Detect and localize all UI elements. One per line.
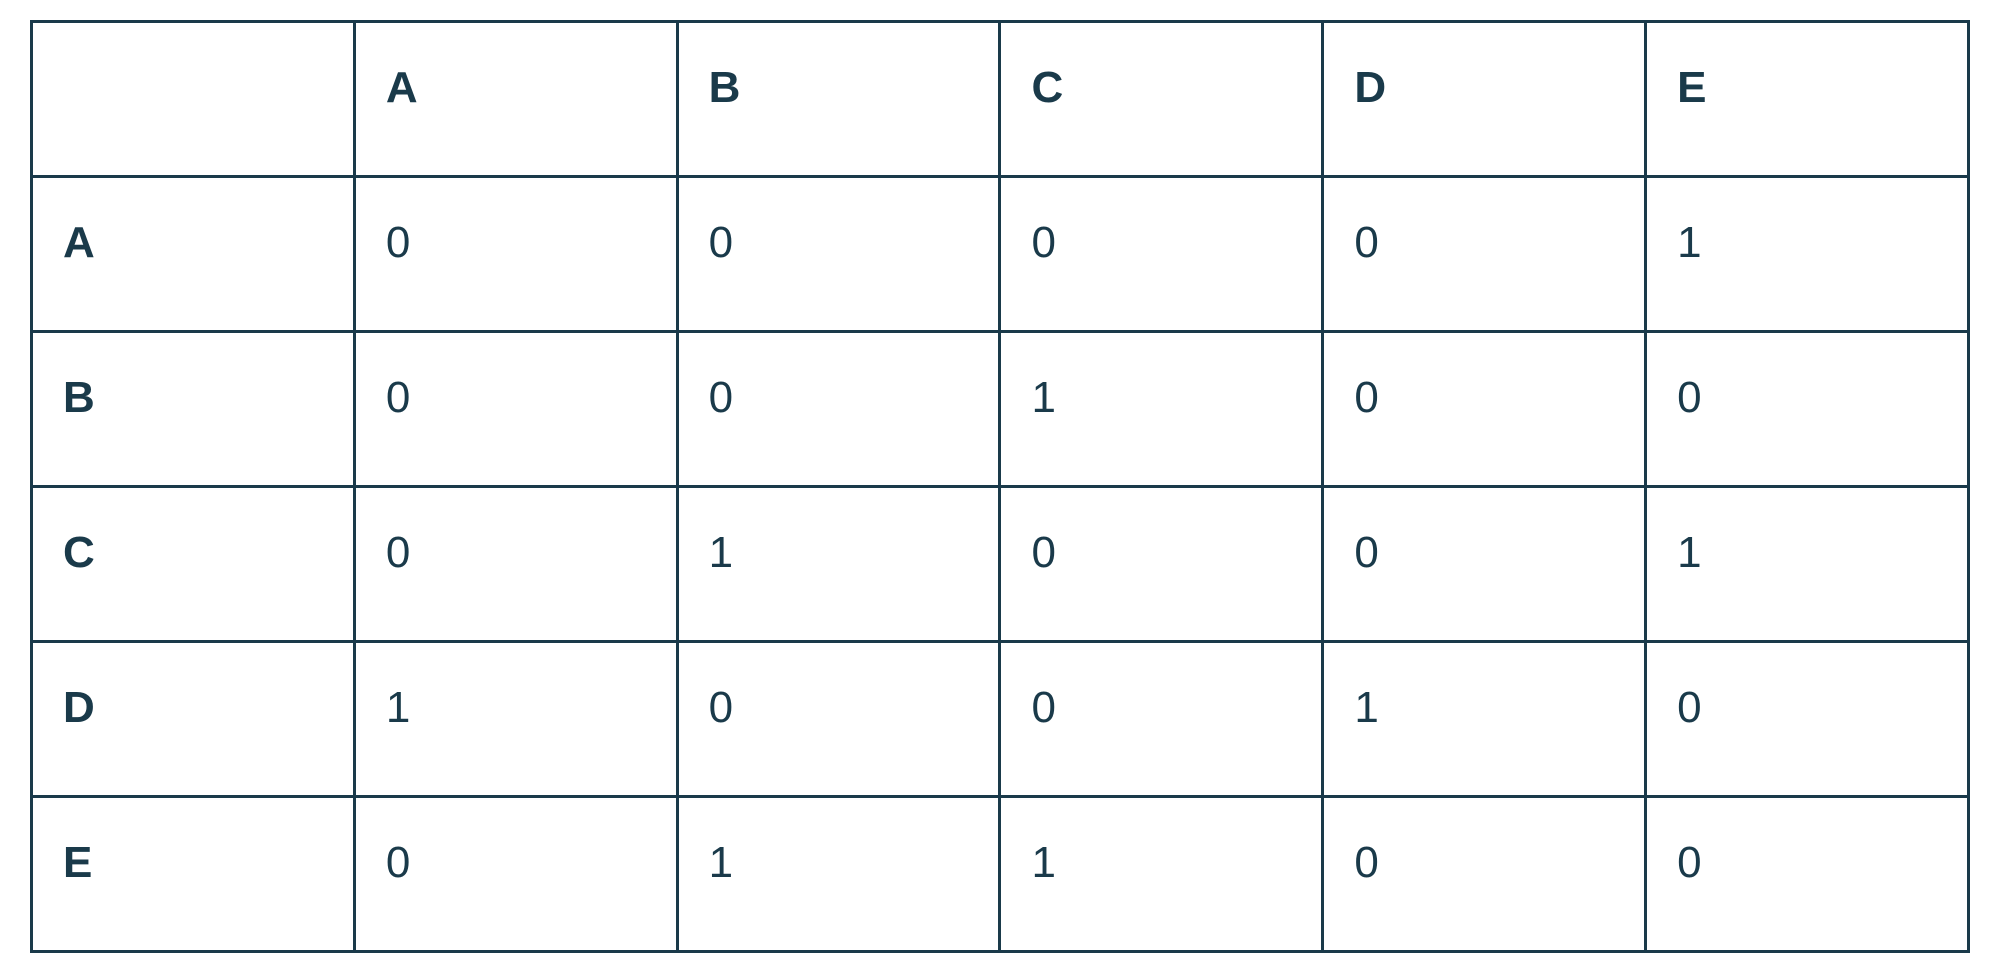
cell-value: 1 (677, 797, 1000, 952)
cell-value: 0 (1323, 487, 1646, 642)
cell-value: 0 (1323, 797, 1646, 952)
cell-value: 1 (1000, 797, 1323, 952)
cell-value: 0 (677, 332, 1000, 487)
adjacency-matrix-table: A B C D E A 0 0 0 0 1 B 0 0 1 0 0 (30, 20, 1970, 953)
table-container: A B C D E A 0 0 0 0 1 B 0 0 1 0 0 (0, 0, 2000, 973)
cell-value: 0 (354, 332, 677, 487)
cell-value: 0 (1323, 332, 1646, 487)
table-row: B 0 0 1 0 0 (32, 332, 1969, 487)
cell-value: 0 (1000, 487, 1323, 642)
cell-value: 1 (1323, 642, 1646, 797)
cell-value: 0 (1000, 642, 1323, 797)
cell-value: 0 (1646, 332, 1969, 487)
row-header-C: C (32, 487, 355, 642)
cell-value: 1 (354, 642, 677, 797)
cell-value: 1 (677, 487, 1000, 642)
row-header-E: E (32, 797, 355, 952)
cell-value: 1 (1000, 332, 1323, 487)
table-row: E 0 1 1 0 0 (32, 797, 1969, 952)
header-row: A B C D E (32, 22, 1969, 177)
table-row: D 1 0 0 1 0 (32, 642, 1969, 797)
cell-value: 0 (354, 797, 677, 952)
col-header-C: C (1000, 22, 1323, 177)
cell-value: 0 (354, 487, 677, 642)
col-header-B: B (677, 22, 1000, 177)
cell-value: 0 (1646, 642, 1969, 797)
table-row: A 0 0 0 0 1 (32, 177, 1969, 332)
cell-value: 0 (677, 177, 1000, 332)
cell-value: 0 (1646, 797, 1969, 952)
corner-cell (32, 22, 355, 177)
cell-value: 0 (1000, 177, 1323, 332)
cell-value: 0 (354, 177, 677, 332)
cell-value: 1 (1646, 177, 1969, 332)
cell-value: 0 (677, 642, 1000, 797)
cell-value: 1 (1646, 487, 1969, 642)
table-row: C 0 1 0 0 1 (32, 487, 1969, 642)
row-header-D: D (32, 642, 355, 797)
col-header-A: A (354, 22, 677, 177)
row-header-B: B (32, 332, 355, 487)
cell-value: 0 (1323, 177, 1646, 332)
row-header-A: A (32, 177, 355, 332)
col-header-E: E (1646, 22, 1969, 177)
col-header-D: D (1323, 22, 1646, 177)
